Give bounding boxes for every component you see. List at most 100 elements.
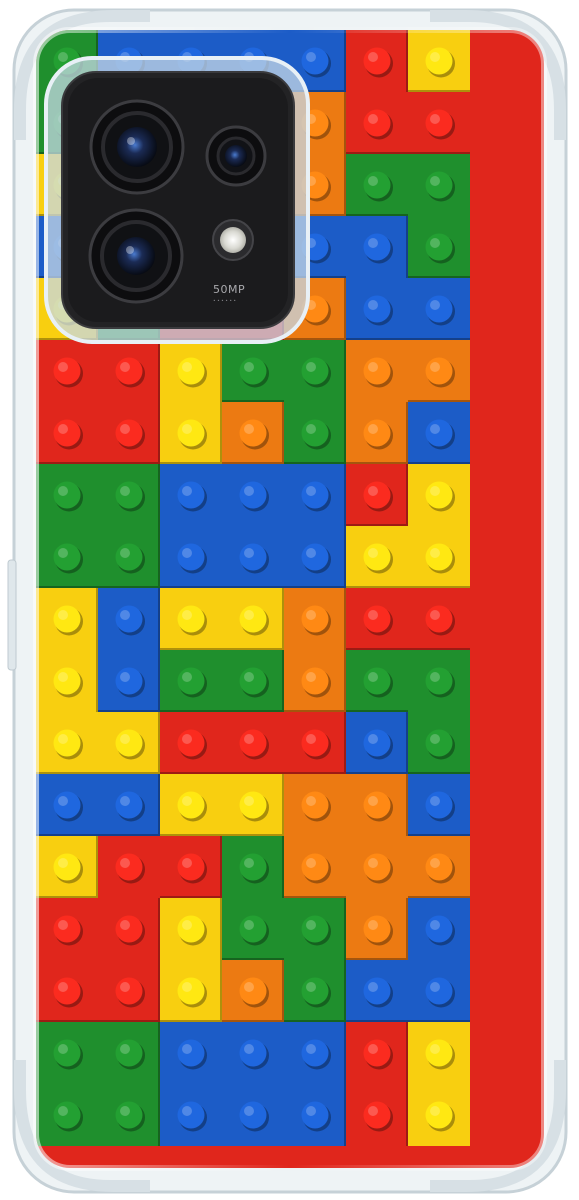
brick-stud-highlight — [368, 114, 378, 124]
brick-stud — [115, 543, 143, 571]
brick-stud — [363, 729, 391, 757]
brick-stud-highlight — [368, 52, 378, 62]
brick-stud — [425, 171, 453, 199]
brick-stud-highlight — [182, 796, 192, 806]
brick-stud — [239, 915, 267, 943]
brick-stud — [115, 419, 143, 447]
brick-stud — [425, 853, 453, 881]
brick-stud — [177, 605, 205, 633]
brick-stud — [239, 357, 267, 385]
brick-stud-highlight — [430, 610, 440, 620]
brick-stud-highlight — [120, 548, 130, 558]
brick-stud — [239, 791, 267, 819]
brick-stud-highlight — [306, 610, 316, 620]
brick-stud-highlight — [182, 548, 192, 558]
camera-label: 50MP — [213, 283, 245, 296]
camera-sublabel: • • • • • • — [213, 299, 236, 304]
brick-stud — [115, 357, 143, 385]
brick-stud — [53, 543, 81, 571]
camera-module: 50MP • • • • • • — [44, 56, 310, 344]
phone-case-illustration: 50MP • • • • • • — [7, 8, 568, 1194]
brick-stud — [177, 667, 205, 695]
brick-stud — [301, 915, 329, 943]
brick-stud — [239, 729, 267, 757]
brick-stud — [115, 853, 143, 881]
brick-stud — [239, 853, 267, 881]
brick-stud-highlight — [368, 1106, 378, 1116]
brick-stud-highlight — [120, 1106, 130, 1116]
brick-stud-highlight — [244, 1044, 254, 1054]
brick-stud-highlight — [244, 548, 254, 558]
brick-stud — [425, 295, 453, 323]
brick-stud — [425, 481, 453, 509]
brick-stud-highlight — [368, 920, 378, 930]
brick-stud — [301, 853, 329, 881]
brick-stud-highlight — [430, 362, 440, 372]
brick-stud — [177, 729, 205, 757]
brick-stud-highlight — [430, 1106, 440, 1116]
brick-stud — [177, 853, 205, 881]
brick-stud — [115, 481, 143, 509]
brick-stud-highlight — [306, 858, 316, 868]
brick-stud-highlight — [430, 858, 440, 868]
brick-stud-highlight — [244, 920, 254, 930]
brick-stud-highlight — [368, 734, 378, 744]
brick-stud — [425, 47, 453, 75]
brick-stud-highlight — [182, 858, 192, 868]
brick-stud — [301, 1101, 329, 1129]
brick-stud-highlight — [430, 424, 440, 434]
brick-stud-highlight — [430, 114, 440, 124]
brick-stud — [301, 357, 329, 385]
brick-stud — [301, 1039, 329, 1067]
brick-stud — [115, 791, 143, 819]
brick-stud — [363, 667, 391, 695]
brick-stud-highlight — [182, 610, 192, 620]
brick-stud-highlight — [430, 734, 440, 744]
brick-stud-highlight — [58, 982, 68, 992]
brick-stud-highlight — [368, 424, 378, 434]
brick-stud — [425, 605, 453, 633]
brick-stud — [53, 977, 81, 1005]
brick-stud-highlight — [244, 734, 254, 744]
brick-stud-highlight — [58, 486, 68, 496]
brick-stud-highlight — [244, 486, 254, 496]
brick-stud — [363, 481, 391, 509]
brick-stud — [53, 357, 81, 385]
brick-stud-highlight — [368, 1044, 378, 1054]
brick-stud-highlight — [58, 672, 68, 682]
brick-stud — [425, 791, 453, 819]
brick-stud-highlight — [430, 672, 440, 682]
brick-stud-highlight — [430, 920, 440, 930]
brick-stud-highlight — [306, 982, 316, 992]
brick-stud — [53, 853, 81, 881]
brick-stud — [115, 1101, 143, 1129]
brick-stud — [53, 1039, 81, 1067]
brick-stud — [301, 729, 329, 757]
brick-stud-highlight — [182, 486, 192, 496]
brick-stud — [301, 667, 329, 695]
brick-stud — [425, 419, 453, 447]
brick-stud-highlight — [182, 672, 192, 682]
brick-stud-highlight — [368, 548, 378, 558]
brick-stud-highlight — [58, 362, 68, 372]
brick-stud — [301, 791, 329, 819]
brick-stud-highlight — [368, 300, 378, 310]
brick-stud — [363, 419, 391, 447]
brick-stud — [115, 729, 143, 757]
brick-stud — [53, 481, 81, 509]
brick-stud-highlight — [120, 982, 130, 992]
brick-stud — [177, 543, 205, 571]
brick-stud — [53, 605, 81, 633]
brick-stud-highlight — [120, 424, 130, 434]
brick-stud-highlight — [430, 238, 440, 248]
brick-stud-highlight — [120, 362, 130, 372]
brick-stud — [301, 977, 329, 1005]
brick-stud — [53, 915, 81, 943]
brick-stud — [115, 667, 143, 695]
brick-stud — [177, 357, 205, 385]
brick-stud — [177, 1039, 205, 1067]
brick-stud-highlight — [368, 672, 378, 682]
brick-stud-highlight — [368, 796, 378, 806]
brick-stud-highlight — [430, 52, 440, 62]
brick-stud-highlight — [306, 920, 316, 930]
